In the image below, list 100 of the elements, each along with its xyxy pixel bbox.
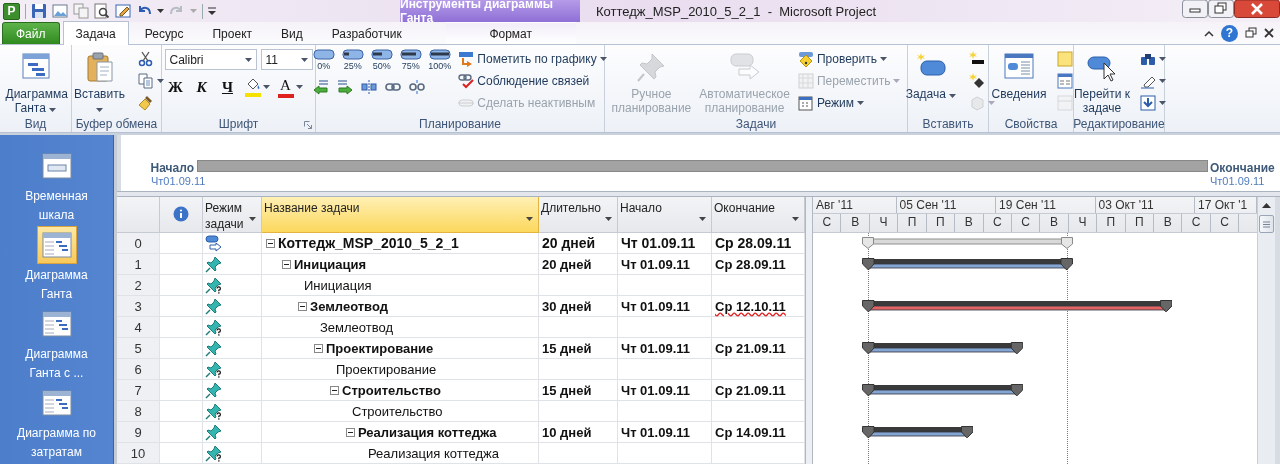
ribbon-tab[interactable]: Вид: [268, 22, 316, 44]
collapse-ribbon-icon[interactable]: [1204, 29, 1214, 37]
timescale-label: 17 Окт '1: [1195, 197, 1257, 213]
column-header[interactable]: Название задачи: [262, 197, 539, 233]
task-name: Проектирование: [326, 340, 434, 356]
progress-button[interactable]: 25%: [340, 49, 366, 71]
fill-button[interactable]: [1138, 93, 1168, 113]
font-color-button[interactable]: А: [275, 76, 305, 98]
caret-icon: [295, 85, 303, 89]
close-icon[interactable]: [1264, 28, 1274, 38]
split-button[interactable]: [359, 77, 380, 97]
go-to-task-button[interactable]: Перейти к задаче: [1070, 49, 1134, 117]
table-cell: 30 дней: [539, 296, 618, 317]
group-label: Буфер обмена: [75, 117, 158, 132]
bold-button[interactable]: Ж: [164, 76, 187, 98]
row-number: 6: [117, 359, 160, 380]
table-cell: Чт 01.09.11: [618, 380, 712, 401]
restore-icon[interactable]: [1245, 27, 1257, 39]
ribbon-tab[interactable]: Ресурс: [131, 22, 197, 44]
task-name: Инициация: [294, 256, 366, 272]
table-cell: Чт 01.09.11: [618, 422, 712, 443]
collapse-toggle[interactable]: [330, 385, 339, 395]
timescale-day: С: [983, 214, 1012, 232]
underline-button[interactable]: Ч: [216, 76, 239, 98]
timeline-end-date: Чт01.09.11: [1209, 175, 1266, 187]
down-arrow-icon: [1140, 95, 1156, 111]
column-header[interactable]: [160, 197, 203, 233]
ribbon-tab[interactable]: Разработчик: [318, 22, 415, 44]
font-size-field[interactable]: 11: [260, 49, 313, 70]
paste-button[interactable]: Вставить: [67, 49, 132, 117]
save-icon[interactable]: [31, 3, 47, 19]
ribbon-tab[interactable]: Задача: [62, 21, 129, 45]
progress-bar-icon: [428, 49, 451, 61]
split-bar-icon: [361, 79, 378, 95]
row-number: 5: [117, 338, 160, 359]
timescale-day: В: [955, 214, 984, 232]
view-bar-item[interactable]: Диаграмма Ганта с ...: [0, 305, 113, 384]
left-arrow-icon: [313, 79, 330, 95]
dialog-launcher-icon[interactable]: [304, 121, 312, 129]
collapse-toggle[interactable]: [346, 427, 355, 437]
collapse-toggle[interactable]: [282, 259, 291, 269]
window-title: Коттедж_MSP_2010_5_2_1 - Microsoft Project: [595, 3, 877, 19]
grip-icon: [1263, 220, 1270, 228]
column-header[interactable]: Окончание: [712, 197, 805, 233]
progress-button[interactable]: 100%: [427, 49, 453, 71]
customize-icon[interactable]: [208, 7, 216, 15]
column-header[interactable]: Начало: [618, 197, 712, 233]
close-button[interactable]: [1234, 0, 1280, 18]
help-button[interactable]: ?: [1221, 24, 1238, 42]
row-number: 8: [117, 401, 160, 422]
calendar-icon: [797, 95, 814, 111]
details-button[interactable]: [1055, 71, 1075, 91]
caret-icon: [526, 217, 533, 221]
view-bar-item[interactable]: Диаграмма Ганта: [0, 226, 113, 305]
progress-button[interactable]: 75%: [398, 49, 424, 71]
minimize-button[interactable]: [1182, 0, 1208, 18]
timescale-label: 19 Сен '11: [996, 197, 1096, 213]
task-name: Реализация коттеджа: [358, 424, 497, 440]
timescale-day: С: [813, 214, 842, 232]
print-preview-icon[interactable]: [94, 3, 110, 19]
progress-bar-icon: [370, 49, 393, 61]
respect-links-button[interactable]: Соблюдение связей: [456, 71, 609, 91]
view-bar-item[interactable]: Временная шкала: [0, 147, 113, 226]
font-name-field[interactable]: Calibri: [164, 49, 257, 70]
view-bar-item[interactable]: Диаграмма по затратам: [0, 384, 113, 463]
bar-arrow-icon: [458, 51, 475, 67]
row-number: 10: [117, 443, 160, 464]
restore-button[interactable]: [1208, 0, 1234, 18]
collapse-toggle[interactable]: [266, 238, 275, 248]
column-header[interactable]: Длительно: [539, 197, 618, 233]
collapse-toggle[interactable]: [314, 343, 323, 353]
row-number: 0: [117, 233, 160, 254]
progress-button[interactable]: 0%: [311, 49, 337, 71]
mark-on-track-button[interactable]: Пометить по графику: [456, 49, 609, 69]
picture-icon[interactable]: [52, 3, 68, 19]
timescale-label: 03 Окт '11: [1095, 197, 1196, 213]
ribbon-tab[interactable]: Формат: [445, 22, 576, 44]
task-name: Землеотвод: [320, 319, 394, 335]
row-number: 7: [117, 380, 160, 401]
row-number: 4: [117, 317, 160, 338]
fill-color-button[interactable]: [242, 76, 272, 98]
gantt-view-icon: [41, 311, 72, 337]
collapse-toggle[interactable]: [298, 301, 307, 311]
timescale-day: С: [1011, 214, 1041, 232]
caret-icon: [262, 85, 270, 89]
scissors-icon: [137, 51, 154, 67]
scrollbar-thumb[interactable]: [1259, 215, 1274, 233]
copy-button[interactable]: [135, 71, 166, 91]
gantt-chart-button[interactable]: Диаграмма Ганта: [3, 49, 68, 117]
app-logo: P: [3, 2, 20, 20]
grid-icon: [797, 73, 814, 89]
pencil-icon[interactable]: [115, 3, 131, 19]
information-button[interactable]: Сведения: [987, 49, 1051, 103]
caret-icon: [699, 217, 706, 221]
progress-button[interactable]: 50%: [369, 49, 395, 71]
column-header[interactable]: Режим задачи: [203, 197, 262, 233]
timescale-day: Ч: [869, 214, 899, 232]
ribbon-tab[interactable]: Проект: [199, 22, 265, 44]
unlink-button[interactable]: [407, 77, 428, 97]
italic-button[interactable]: К: [190, 76, 213, 98]
